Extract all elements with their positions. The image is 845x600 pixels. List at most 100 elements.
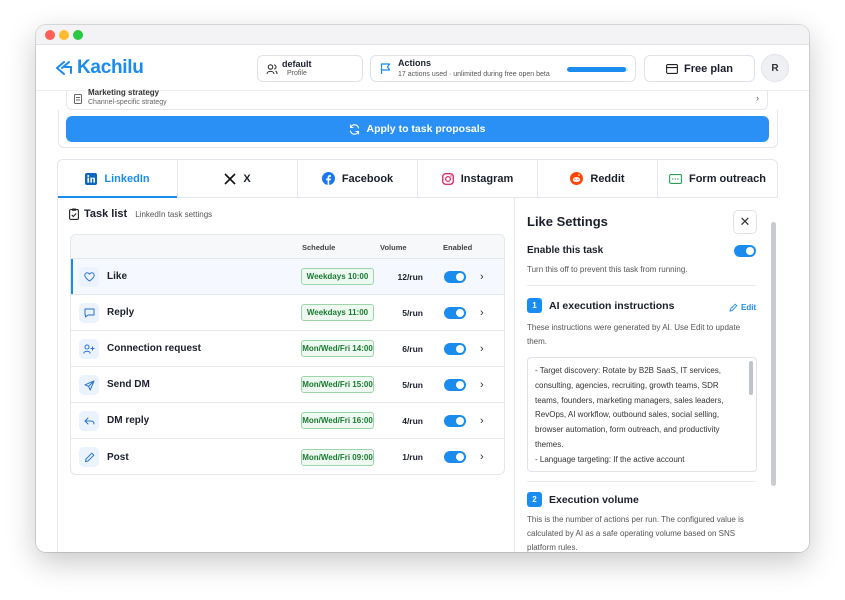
task-list-title: Task list <box>84 208 128 220</box>
task-row-dm-reply[interactable]: DM reply Mon/Wed/Fri 16:00 4/run › <box>71 403 504 439</box>
tab-linkedin[interactable]: LinkedIn <box>58 160 178 198</box>
tab-reddit[interactable]: Reddit <box>538 160 658 197</box>
enable-task-label: Enable this task <box>527 245 604 256</box>
pencil-icon <box>729 303 738 312</box>
profile-label: Profile <box>287 69 307 77</box>
enabled-toggle[interactable] <box>444 414 466 427</box>
users-icon <box>266 64 278 75</box>
enable-task-toggle[interactable] <box>734 245 756 257</box>
tab-label: LinkedIn <box>104 172 150 185</box>
card-icon <box>666 63 678 74</box>
enabled-toggle[interactable] <box>444 342 466 355</box>
instagram-icon <box>441 172 454 185</box>
task-row-reply[interactable]: Reply Weekdays 11:00 5/run › <box>71 295 504 331</box>
clipboard-icon <box>69 208 79 220</box>
logo-text: Kachilu <box>77 57 144 78</box>
tab-instagram[interactable]: Instagram <box>418 160 538 197</box>
task-row-send-dm[interactable]: Send DM Mon/Wed/Fri 15:00 5/run › <box>71 367 504 403</box>
task-row-connection-request[interactable]: Connection request Mon/Wed/Fri 14:00 6/r… <box>71 331 504 367</box>
reply-icon <box>79 411 99 431</box>
enable-task-help: Turn this off to prevent this task from … <box>527 265 688 274</box>
volume-value: 1/run <box>402 452 423 462</box>
enabled-toggle[interactable] <box>444 451 466 463</box>
form-icon <box>669 173 682 184</box>
main-content: Marketing strategy Channel-specific stra… <box>36 88 809 552</box>
chevron-right-icon[interactable]: › <box>480 415 484 427</box>
x-icon <box>224 172 236 185</box>
chevron-right-icon[interactable]: › <box>480 451 484 463</box>
strategy-title: Marketing strategy <box>88 88 160 97</box>
tab-form-outreach[interactable]: Form outreach <box>658 160 777 197</box>
chevron-right-icon[interactable]: › <box>480 379 484 391</box>
title-bar <box>36 25 809 45</box>
minimize-window-button[interactable] <box>59 30 69 40</box>
profile-name: default <box>282 58 312 69</box>
section-description: This is the number of actions per run. T… <box>527 515 744 552</box>
schedule-badge: Mon/Wed/Fri 15:00 <box>301 376 374 393</box>
tab-label: X <box>243 172 251 185</box>
instructions-scrollbar[interactable] <box>749 361 753 395</box>
strategy-subtitle: Channel-specific strategy <box>88 99 167 106</box>
close-icon[interactable]: ✕ <box>733 210 757 234</box>
task-row-like[interactable]: Like Weekdays 10:00 12/run › <box>71 259 504 295</box>
profile-selector[interactable]: default Profile <box>257 55 363 82</box>
free-plan-button[interactable]: Free plan <box>644 55 755 82</box>
app-header: Kachilu default Profile Actions 17 actio… <box>36 45 809 91</box>
divider <box>527 285 756 286</box>
volume-value: 6/run <box>402 343 423 354</box>
section-number: 1 <box>527 298 542 313</box>
section-title: Execution volume <box>549 494 639 506</box>
task-name: DM reply <box>107 415 150 426</box>
column-enabled: Enabled <box>443 243 473 252</box>
section-title: AI execution instructions <box>549 300 675 312</box>
tab-facebook[interactable]: Facebook <box>298 160 418 197</box>
task-row-post[interactable]: Post Mon/Wed/Fri 09:00 1/run › <box>71 439 504 474</box>
tab-label: Reddit <box>590 172 625 185</box>
send-icon <box>79 375 99 395</box>
chevron-right-icon: › <box>756 93 759 103</box>
enabled-toggle[interactable] <box>444 378 466 391</box>
edit-button[interactable]: Edit <box>729 303 756 312</box>
tab-label: Form outreach <box>688 172 766 185</box>
maximize-window-button[interactable] <box>73 30 83 40</box>
task-name: Reply <box>107 307 135 318</box>
actions-title: Actions <box>398 57 432 68</box>
task-list-pane: Task list LinkedIn task settings Schedul… <box>58 198 515 552</box>
chevron-right-icon[interactable]: › <box>480 271 484 283</box>
chat-icon <box>79 303 99 323</box>
facebook-icon <box>321 172 335 185</box>
task-list-header: Task list LinkedIn task settings <box>69 208 212 220</box>
task-name: Post <box>107 451 129 463</box>
chevron-right-icon[interactable]: › <box>480 343 484 355</box>
task-list-subtitle: LinkedIn task settings <box>135 209 213 219</box>
flag-icon <box>380 63 391 74</box>
apply-to-task-proposals-button[interactable]: Apply to task proposals <box>66 116 769 142</box>
section-number: 2 <box>527 492 542 507</box>
chevron-right-icon[interactable]: › <box>480 307 484 319</box>
enabled-toggle[interactable] <box>444 270 466 283</box>
schedule-badge: Weekdays 10:00 <box>301 268 374 285</box>
section-description: These instructions were generated by AI.… <box>527 323 741 346</box>
settings-pane: Like Settings ✕ Enable this task Turn th… <box>516 198 778 552</box>
instructions-textarea[interactable]: - Target discovery: Rotate by B2B SaaS, … <box>527 357 757 472</box>
column-schedule: Schedule <box>302 243 336 252</box>
instructions-text: - Target discovery: Rotate by B2B SaaS, … <box>535 366 724 464</box>
actions-usage[interactable]: Actions 17 actions used · unlimited duri… <box>370 55 636 82</box>
heart-icon <box>79 267 99 287</box>
task-name: Send DM <box>107 379 150 390</box>
logo-icon <box>56 60 72 75</box>
strategy-row[interactable]: Marketing strategy Channel-specific stra… <box>66 88 768 110</box>
volume-value: 5/run <box>402 379 423 390</box>
plan-label: Free plan <box>684 62 733 75</box>
tab-x[interactable]: X <box>178 160 298 197</box>
settings-scrollbar[interactable] <box>771 222 776 486</box>
close-window-button[interactable] <box>45 30 55 40</box>
apply-label: Apply to task proposals <box>366 123 486 135</box>
reddit-icon <box>570 172 584 185</box>
enabled-toggle[interactable] <box>444 306 466 319</box>
task-panel: Task list LinkedIn task settings Schedul… <box>57 198 778 552</box>
avatar[interactable]: R <box>761 54 789 82</box>
pen-icon <box>79 447 99 467</box>
logo[interactable]: Kachilu <box>56 57 144 79</box>
column-volume: Volume <box>380 243 407 252</box>
